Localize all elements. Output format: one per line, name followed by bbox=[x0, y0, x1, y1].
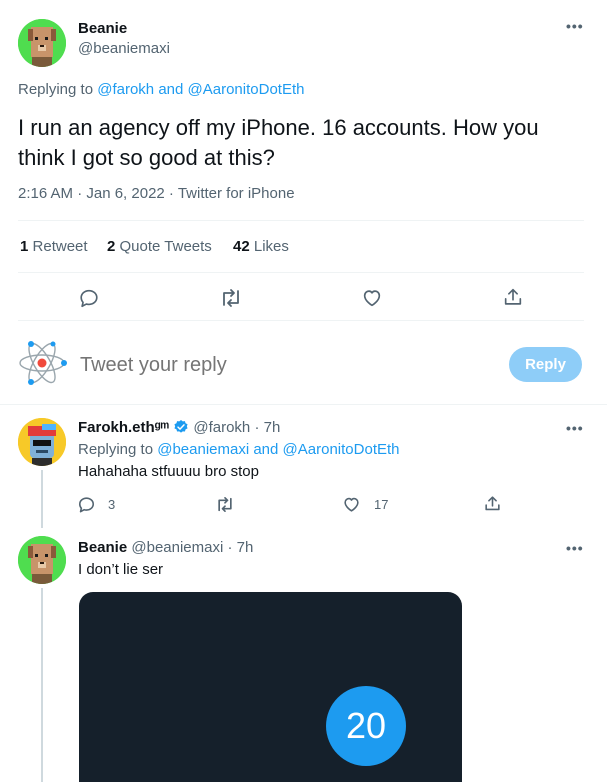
badge-count: 20 bbox=[345, 705, 387, 746]
dog-avatar-icon bbox=[18, 19, 66, 67]
replying-label: Replying to bbox=[18, 81, 94, 98]
quote-tweets-stat[interactable]: 2 Quote Tweets bbox=[107, 238, 212, 255]
thread-line bbox=[41, 588, 43, 782]
share-icon[interactable] bbox=[502, 286, 524, 308]
divider bbox=[18, 220, 584, 221]
author-handle[interactable]: @beaniemaxi bbox=[131, 539, 223, 556]
replying-and: and bbox=[158, 81, 184, 98]
likes-stat[interactable]: 42 Likes bbox=[233, 238, 289, 255]
replying-to: Replying to @farokh and @AaronitoDotEth bbox=[18, 81, 304, 98]
likes-label: Likes bbox=[253, 238, 289, 255]
tweet-timestamp[interactable]: 2:16 AM · Jan 6, 2022 · Twitter for iPho… bbox=[18, 185, 295, 202]
like-icon[interactable] bbox=[342, 495, 361, 514]
retweets-count: 1 bbox=[20, 238, 29, 255]
replying-and: and bbox=[253, 441, 279, 458]
divider bbox=[0, 404, 607, 405]
author-handle[interactable]: @beaniemaxi bbox=[78, 40, 170, 57]
tweet-age[interactable]: · 7h bbox=[228, 539, 254, 556]
like-icon[interactable] bbox=[361, 287, 383, 309]
more-options-icon[interactable]: ••• bbox=[566, 18, 584, 34]
thread-line bbox=[41, 470, 43, 528]
reply-header: Farokh.ethᵍᵐ @farokh · 7h bbox=[78, 419, 280, 439]
retweet-icon[interactable] bbox=[215, 495, 235, 514]
mention-link[interactable]: @farokh bbox=[97, 81, 154, 98]
share-icon[interactable] bbox=[483, 494, 502, 513]
dog-avatar-icon bbox=[18, 536, 66, 584]
reply-count: 3 bbox=[108, 497, 116, 512]
replying-label: Replying to bbox=[78, 441, 154, 458]
verified-badge-icon bbox=[173, 419, 189, 439]
tweet-age[interactable]: · 7h bbox=[254, 419, 280, 436]
reply-header: Beanie @beaniemaxi · 7h bbox=[78, 539, 253, 556]
divider bbox=[18, 320, 584, 321]
mention-link[interactable]: @beaniemaxi bbox=[157, 441, 249, 458]
mention-link[interactable]: @AaronitoDotEth bbox=[283, 441, 400, 458]
avatar[interactable] bbox=[18, 418, 66, 466]
author-name[interactable]: Farokh.ethᵍᵐ bbox=[78, 419, 169, 436]
author-handle[interactable]: @farokh bbox=[193, 419, 250, 436]
composer-avatar[interactable] bbox=[16, 337, 68, 389]
nft-avatar-icon bbox=[18, 418, 66, 466]
author-name[interactable]: Beanie bbox=[78, 20, 127, 37]
notification-badge: 20 bbox=[326, 686, 406, 766]
avatar[interactable] bbox=[18, 19, 66, 67]
author-name[interactable]: Beanie bbox=[78, 539, 127, 556]
tweet-text: Hahahaha stfuuuu bro stop bbox=[78, 463, 259, 480]
like-count: 17 bbox=[374, 497, 389, 512]
tweet-text: I don’t lie ser bbox=[78, 561, 164, 578]
more-options-icon[interactable]: ••• bbox=[566, 420, 584, 436]
tweet-text: I run an agency off my iPhone. 16 accoun… bbox=[18, 115, 539, 170]
retweets-label: Retweet bbox=[32, 238, 88, 255]
quotes-count: 2 bbox=[107, 238, 116, 255]
reply-button[interactable]: Reply bbox=[509, 347, 582, 382]
likes-count: 42 bbox=[233, 238, 250, 255]
divider bbox=[18, 272, 584, 273]
reply-icon[interactable] bbox=[77, 495, 96, 514]
reply-input[interactable] bbox=[80, 349, 480, 381]
retweets-stat[interactable]: 1 Retweet bbox=[20, 238, 88, 255]
avatar[interactable] bbox=[18, 536, 66, 584]
reply-icon[interactable] bbox=[78, 287, 100, 309]
media-image[interactable]: 20 bbox=[79, 592, 462, 782]
retweet-icon[interactable] bbox=[219, 287, 243, 309]
atom-avatar-icon bbox=[19, 341, 67, 385]
mention-link[interactable]: @AaronitoDotEth bbox=[188, 81, 305, 98]
replying-to: Replying to @beaniemaxi and @AaronitoDot… bbox=[78, 441, 400, 458]
more-options-icon[interactable]: ••• bbox=[566, 540, 584, 556]
quotes-label: Quote Tweets bbox=[119, 238, 212, 255]
